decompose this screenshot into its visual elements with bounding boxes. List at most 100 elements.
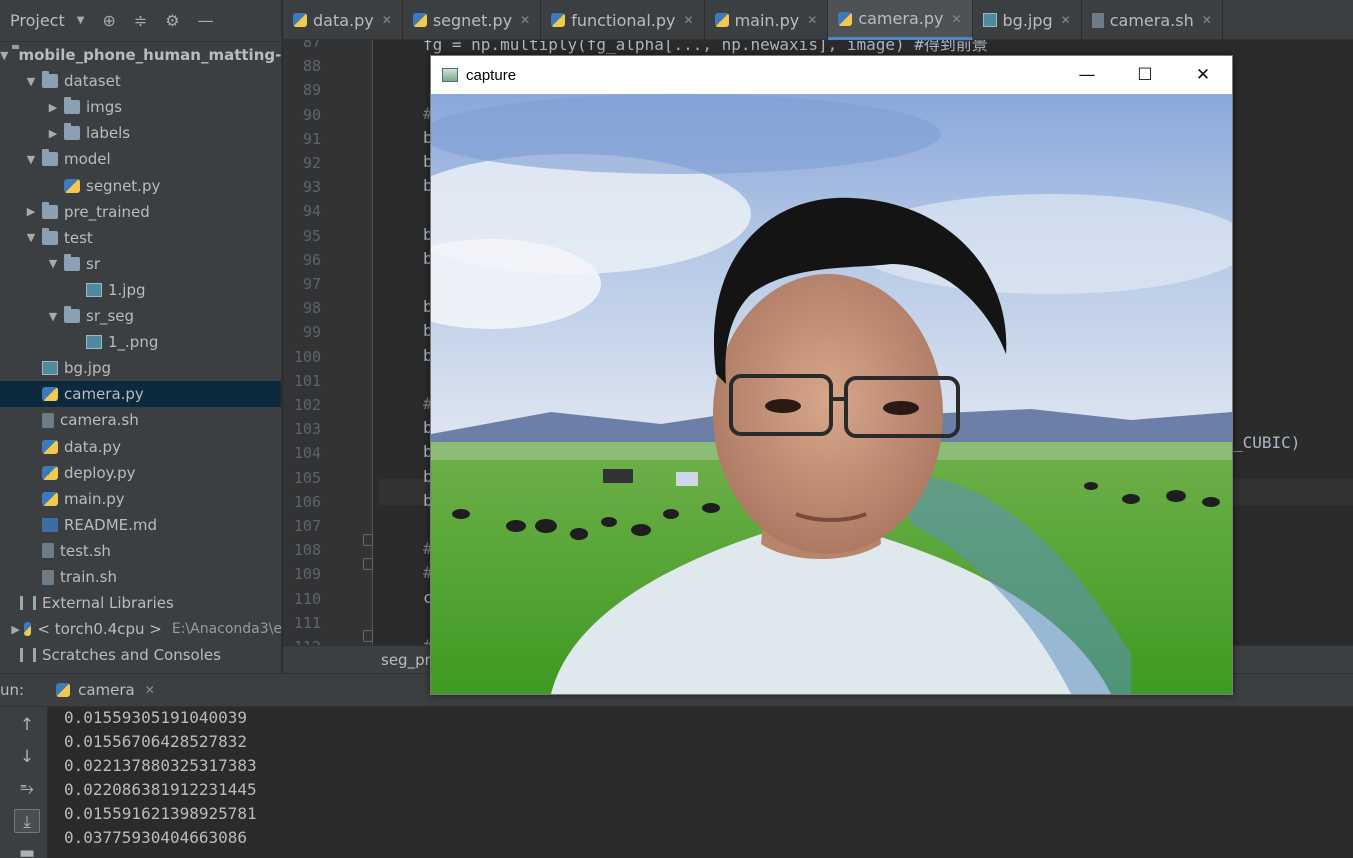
- tree-item[interactable]: test.sh: [0, 538, 281, 564]
- print-icon[interactable]: ▬: [14, 841, 40, 858]
- folder-icon: [64, 306, 80, 323]
- maximize-button[interactable]: ☐: [1116, 56, 1174, 94]
- tree-item-path: E:\Anaconda3\e: [171, 621, 282, 638]
- chevron-right-icon[interactable]: ▶: [46, 127, 60, 140]
- tree-item[interactable]: ▶ labels: [0, 120, 281, 146]
- editor-tab-bar: data.py ✕ segnet.py ✕ functional.py ✕ main.py ✕…: [283, 0, 1353, 40]
- line-number: 98: [302, 299, 321, 318]
- tree-item[interactable]: ▼ dataset: [0, 68, 281, 94]
- console-line: 0.03775930404663086: [64, 827, 248, 847]
- folder-icon: [64, 123, 80, 141]
- run-tab-camera[interactable]: camera ✕: [50, 673, 161, 707]
- tree-item[interactable]: camera.py: [0, 381, 281, 408]
- tree-item[interactable]: ▼ test: [0, 225, 281, 251]
- line-number: 95: [302, 226, 321, 245]
- tree-item[interactable]: External Libraries: [0, 590, 281, 616]
- tree-item[interactable]: deploy.py: [0, 460, 281, 486]
- chevron-down-icon[interactable]: ▼: [24, 231, 38, 244]
- tree-item[interactable]: 1.jpg: [0, 277, 281, 303]
- chevron-down-icon[interactable]: ▼: [24, 153, 38, 166]
- tree-item[interactable]: ▼ sr_seg: [0, 303, 281, 329]
- chevron-right-icon[interactable]: ▶: [11, 623, 19, 636]
- folder-icon: [42, 71, 58, 89]
- tree-item[interactable]: ▶ pre_trained: [0, 199, 281, 225]
- tree-item-label: labels: [86, 124, 131, 143]
- tree-item[interactable]: ▼ model: [0, 146, 281, 172]
- editor-tab[interactable]: functional.py ✕: [541, 0, 705, 40]
- close-button[interactable]: ✕: [1174, 56, 1232, 94]
- py-icon: [714, 13, 729, 27]
- scratch-icon: [20, 648, 36, 663]
- editor-tab[interactable]: main.py ✕: [705, 0, 829, 40]
- close-icon[interactable]: ✕: [382, 13, 392, 27]
- tree-item[interactable]: main.py: [0, 486, 281, 512]
- chevron-right-icon[interactable]: ▶: [46, 101, 60, 114]
- console-line: 0.01559305191040039: [64, 708, 248, 727]
- tab-label: data.py: [313, 10, 374, 30]
- tree-item[interactable]: 1_.png: [0, 329, 281, 355]
- project-title[interactable]: Project: [10, 11, 65, 30]
- tree-item-label: segnet.py: [86, 176, 161, 195]
- matting-composite-image: [431, 94, 1232, 694]
- close-icon[interactable]: ✕: [951, 12, 961, 26]
- tree-item-label: dataset: [64, 72, 121, 91]
- py-icon: [64, 178, 80, 193]
- tree-item[interactable]: Scratches and Consoles: [0, 642, 281, 668]
- breadcrumb-text[interactable]: seg_pr: [381, 651, 431, 669]
- line-gutter: 87 88 89 90 91 92 93 94 95 96 97 98 99 100 101 102 103 10…: [283, 40, 373, 645]
- tree-item-label: main.py: [64, 489, 125, 508]
- editor-tab[interactable]: camera.py ✕: [828, 0, 973, 40]
- folder-icon: [64, 97, 80, 115]
- fold-marker-icon[interactable]: [363, 630, 373, 642]
- lib-icon: [20, 596, 36, 611]
- locate-icon[interactable]: ⊕: [102, 11, 115, 30]
- arrow-down-icon[interactable]: ↓: [14, 745, 40, 769]
- tree-item[interactable]: ▶ imgs: [0, 94, 281, 120]
- editor-tab[interactable]: camera.sh ✕: [1082, 0, 1223, 40]
- scroll-to-end-icon[interactable]: ⤓: [14, 809, 40, 833]
- tree-item[interactable]: camera.sh: [0, 407, 281, 433]
- close-icon[interactable]: ✕: [1061, 13, 1071, 27]
- chevron-down-icon[interactable]: ▼: [46, 257, 60, 270]
- tree-item[interactable]: train.sh: [0, 564, 281, 590]
- minimize-button[interactable]: —: [1058, 56, 1116, 94]
- close-icon[interactable]: ✕: [807, 13, 817, 27]
- run-console[interactable]: 0.01559305191040039 0.01556706428527832 0.…: [48, 707, 1353, 858]
- tab-label: functional.py: [571, 10, 676, 30]
- fold-marker-icon[interactable]: [363, 558, 373, 570]
- close-icon[interactable]: ✕: [520, 13, 530, 27]
- line-number: 99: [302, 323, 321, 342]
- arrow-up-icon[interactable]: ↑: [14, 713, 40, 737]
- chevron-down-icon[interactable]: ▼: [24, 75, 38, 88]
- tree-item[interactable]: ▶ < torch0.4cpu > E:\Anaconda3\e: [0, 616, 282, 642]
- editor-tab[interactable]: data.py ✕: [283, 0, 403, 40]
- close-icon[interactable]: ✕: [1202, 13, 1212, 27]
- tree-item[interactable]: ▼ sr: [0, 251, 281, 277]
- gear-icon[interactable]: ⚙: [165, 11, 179, 30]
- console-line: 0.022086381912231445: [64, 779, 257, 799]
- close-icon[interactable]: ✕: [684, 13, 694, 27]
- tree-item[interactable]: segnet.py: [0, 173, 281, 199]
- collapse-all-icon[interactable]: ≑: [134, 11, 147, 30]
- tree-item[interactable]: data.py: [0, 434, 281, 460]
- tree-item-label: test: [64, 228, 93, 247]
- chevron-down-icon[interactable]: ▼: [46, 310, 60, 323]
- editor-tab[interactable]: bg.jpg ✕: [973, 0, 1082, 40]
- chevron-right-icon[interactable]: ▶: [24, 205, 38, 218]
- file-icon: [42, 569, 54, 585]
- close-icon[interactable]: ✕: [145, 683, 155, 697]
- chevron-down-icon[interactable]: ▼: [0, 49, 8, 62]
- project-panel: Project ▼ ⊕ ≑ ⚙ — ▼ mobile_phone_human_ma…: [0, 0, 282, 673]
- tree-item[interactable]: README.md: [0, 512, 281, 538]
- window-app-icon: [442, 68, 458, 82]
- tree-item[interactable]: ▼ mobile_phone_human_matting-m: [0, 42, 281, 68]
- chevron-down-icon[interactable]: ▼: [77, 15, 85, 26]
- tree-item[interactable]: bg.jpg: [0, 355, 281, 381]
- hide-panel-icon[interactable]: —: [198, 11, 214, 30]
- img-icon: [86, 335, 102, 350]
- tab-label: segnet.py: [432, 10, 513, 30]
- fold-marker-icon[interactable]: [363, 534, 373, 546]
- soft-wrap-icon[interactable]: ⥱: [14, 777, 40, 801]
- capture-titlebar[interactable]: capture — ☐ ✕: [431, 56, 1232, 94]
- editor-tab[interactable]: segnet.py ✕: [403, 0, 542, 40]
